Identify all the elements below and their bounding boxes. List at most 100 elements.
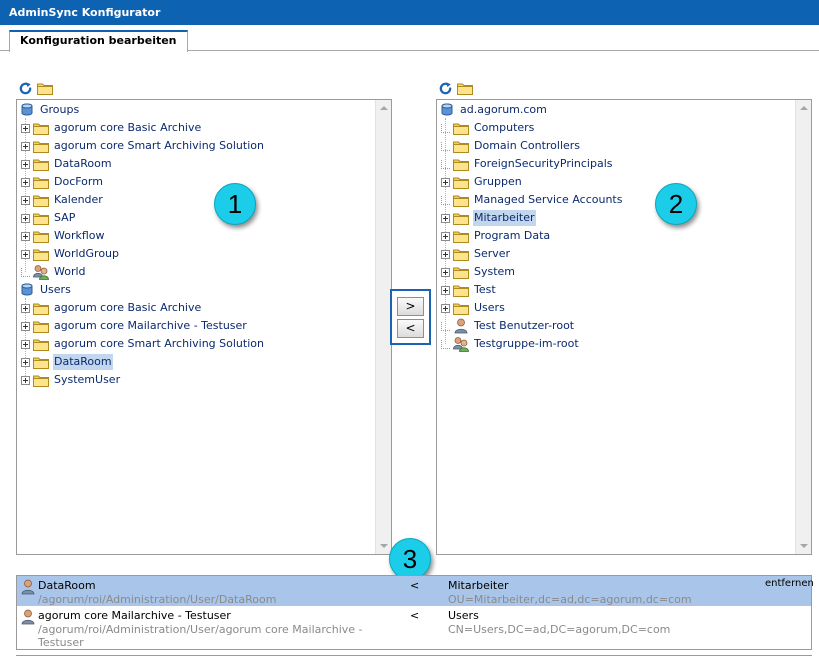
- tree-node-label: Test: [474, 283, 496, 296]
- tree-node[interactable]: WorldGroup: [21, 245, 120, 263]
- table-row[interactable]: DataRoom /agorum/roi/Administration/User…: [17, 576, 814, 606]
- refresh-icon[interactable]: [17, 80, 33, 96]
- tree-node[interactable]: Workflow: [21, 227, 106, 245]
- scroll-up-arrow-icon[interactable]: [380, 106, 388, 110]
- mapping-target-name: Users: [448, 609, 479, 622]
- app-title: AdminSync Konfigurator: [9, 6, 161, 19]
- tree-node[interactable]: Computers: [441, 119, 535, 137]
- tree-node[interactable]: Program Data: [441, 227, 551, 245]
- expand-toggle-icon[interactable]: [441, 303, 450, 313]
- tree-node[interactable]: DataRoom: [21, 155, 113, 173]
- left-tree-panel[interactable]: Groups agorum core Basic Archive agorum co…: [16, 99, 392, 555]
- tree-node-label: Mitarbeiter: [473, 210, 536, 226]
- expand-toggle-icon[interactable]: [21, 177, 30, 187]
- expand-toggle-icon[interactable]: [441, 285, 450, 295]
- mapping-source-path-cont: Testuser: [38, 636, 84, 649]
- tree-node[interactable]: Groups: [19, 101, 80, 119]
- table-row[interactable]: agorum core Mailarchive - Testuser /agor…: [17, 607, 811, 649]
- expand-toggle-icon[interactable]: [441, 249, 450, 259]
- expand-toggle-icon[interactable]: [21, 375, 30, 385]
- expand-toggle-icon[interactable]: [21, 339, 30, 349]
- expand-toggle-icon[interactable]: [21, 159, 30, 169]
- tree-node[interactable]: Managed Service Accounts: [441, 191, 623, 209]
- tree-node[interactable]: Users: [19, 281, 72, 299]
- tree-node[interactable]: Mitarbeiter: [441, 209, 536, 227]
- tree-node[interactable]: Test Benutzer-root: [441, 317, 575, 335]
- tree-node[interactable]: System: [441, 263, 516, 281]
- tree-connector: [441, 195, 450, 205]
- tree-node[interactable]: Kalender: [21, 191, 104, 209]
- tree-node[interactable]: Testgruppe-im-root: [441, 335, 580, 353]
- expand-toggle-icon[interactable]: [21, 249, 30, 259]
- tree-node[interactable]: World: [21, 263, 87, 281]
- refresh-icon[interactable]: [437, 80, 453, 96]
- folder-icon: [453, 248, 469, 261]
- tree-node[interactable]: Test: [441, 281, 497, 299]
- expand-toggle-icon[interactable]: [21, 321, 30, 331]
- tree-connector: [21, 267, 30, 277]
- tree-node[interactable]: DataRoom: [21, 353, 113, 371]
- expand-toggle-icon[interactable]: [441, 231, 450, 241]
- folder-icon: [33, 302, 49, 315]
- folder-icon: [453, 194, 469, 207]
- folder-icon: [453, 230, 469, 243]
- left-tree-scrollbar[interactable]: [375, 100, 391, 554]
- expand-toggle-icon[interactable]: [441, 213, 450, 223]
- tree-node[interactable]: DocForm: [21, 173, 104, 191]
- folder-icon: [33, 374, 49, 387]
- remove-mapping-button[interactable]: <: [397, 319, 424, 338]
- folder-icon: [33, 158, 49, 171]
- remove-mapping-link[interactable]: entfernen: [765, 577, 814, 590]
- tab-konfiguration-bearbeiten[interactable]: Konfiguration bearbeiten: [9, 30, 188, 52]
- expand-toggle-icon[interactable]: [21, 231, 30, 241]
- expand-toggle-icon[interactable]: [21, 303, 30, 313]
- tree-node-label: Program Data: [474, 229, 551, 242]
- tree-connector: [441, 159, 450, 169]
- tree-node-label: Users: [474, 301, 505, 314]
- expand-toggle-icon[interactable]: [21, 123, 30, 133]
- tree-node[interactable]: ForeignSecurityPrincipals: [441, 155, 614, 173]
- mapping-source-path: /agorum/roi/Administration/User/agorum c…: [38, 623, 363, 636]
- expand-toggle-icon[interactable]: [21, 213, 30, 223]
- right-tree-panel[interactable]: ad.agorum.com Computers Domain Controllers…: [436, 99, 812, 555]
- scroll-down-arrow-icon[interactable]: [800, 544, 808, 548]
- tree-node[interactable]: SystemUser: [21, 371, 121, 389]
- server-icon: [439, 102, 455, 118]
- add-mapping-button[interactable]: >: [397, 297, 424, 316]
- tree-node[interactable]: Server: [441, 245, 511, 263]
- expand-toggle-icon[interactable]: [21, 357, 30, 367]
- tree-node-label: agorum core Basic Archive: [54, 121, 202, 134]
- tree-node[interactable]: Domain Controllers: [441, 137, 581, 155]
- tree-node-label: DocForm: [54, 175, 103, 188]
- tree-node[interactable]: Users: [441, 299, 506, 317]
- expand-toggle-icon[interactable]: [21, 195, 30, 205]
- expand-toggle-icon[interactable]: [441, 267, 450, 277]
- mapping-table[interactable]: DataRoom /agorum/roi/Administration/User…: [16, 575, 814, 650]
- tree-node[interactable]: Gruppen: [441, 173, 523, 191]
- right-tree-scrollbar[interactable]: [795, 100, 811, 554]
- tree-node[interactable]: agorum core Smart Archiving Solution: [21, 137, 265, 155]
- left-toolbar: [17, 80, 53, 96]
- new-folder-icon[interactable]: [457, 80, 473, 96]
- folder-icon: [453, 266, 469, 279]
- app-titlebar: AdminSync Konfigurator: [0, 0, 819, 25]
- expand-toggle-icon[interactable]: [21, 141, 30, 151]
- tree-node[interactable]: SAP: [21, 209, 76, 227]
- folder-icon: [33, 320, 49, 333]
- expand-toggle-icon[interactable]: [441, 177, 450, 187]
- callout-badge-1: 1: [214, 183, 256, 225]
- user-icon: [21, 609, 35, 628]
- tree-node[interactable]: agorum core Basic Archive: [21, 119, 202, 137]
- scroll-up-arrow-icon[interactable]: [800, 106, 808, 110]
- tab-strip: Konfiguration bearbeiten: [0, 25, 819, 52]
- tree-node-label: System: [474, 265, 516, 278]
- tree-node[interactable]: agorum core Smart Archiving Solution: [21, 335, 265, 353]
- tree-node[interactable]: ad.agorum.com: [439, 101, 548, 119]
- tree-node[interactable]: agorum core Mailarchive - Testuser: [21, 317, 248, 335]
- tree-node-label: DataRoom: [53, 354, 113, 370]
- tree-node[interactable]: agorum core Basic Archive: [21, 299, 202, 317]
- mapping-source-path: /agorum/roi/Administration/User/DataRoom: [38, 593, 277, 606]
- new-folder-icon[interactable]: [37, 80, 53, 96]
- scroll-down-arrow-icon[interactable]: [380, 544, 388, 548]
- user-icon: [21, 579, 35, 598]
